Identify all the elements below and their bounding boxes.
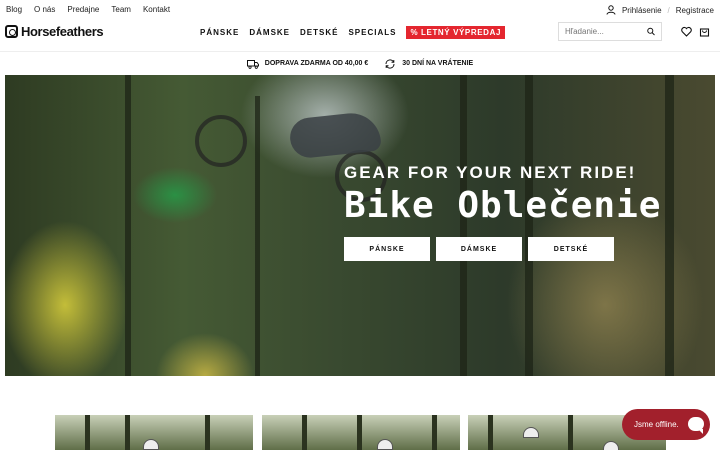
team-link[interactable]: Team: [111, 5, 131, 14]
top-links: Blog O nás Predajne Team Kontakt: [6, 5, 170, 14]
hero-men-button[interactable]: PÁNSKE: [344, 237, 430, 261]
search-input[interactable]: [565, 27, 647, 36]
nav-summer-sale[interactable]: % LETNÝ VÝPREDAJ: [406, 26, 505, 39]
hero-photo-tree: [665, 75, 674, 376]
chat-widget[interactable]: Jsme offline.: [622, 409, 710, 440]
contact-link[interactable]: Kontakt: [143, 5, 170, 14]
nav-kids[interactable]: DETSKÉ: [300, 28, 338, 37]
returns-text: 30 DNÍ NA VRÁTENIE: [402, 60, 474, 67]
divider: /: [667, 5, 670, 15]
main-nav: PÁNSKE DÁMSKE DETSKÉ SPECIALS % LETNÝ VÝ…: [200, 26, 505, 39]
tile-photo-tree: [432, 415, 437, 450]
bike-wheel: [195, 115, 247, 167]
category-tile[interactable]: [262, 415, 460, 450]
tile-photo-helmet: [603, 441, 619, 450]
tile-photo-tree: [125, 415, 130, 450]
tile-photo-tree: [357, 415, 362, 450]
chat-bubble-icon: [688, 417, 704, 434]
tile-photo-tree: [302, 415, 307, 450]
user-icon[interactable]: [606, 5, 616, 15]
refresh-icon: [385, 58, 395, 69]
hero-buttons: PÁNSKE DÁMSKE DETSKÉ: [344, 237, 614, 261]
hero-photo-tree: [255, 96, 260, 376]
stores-link[interactable]: Predajne: [67, 5, 99, 14]
logo-mark-icon: [5, 25, 18, 38]
hero-photo-tree: [125, 75, 131, 376]
benefits-bar: DOPRAVA ZDARMA OD 40,00 € 30 DNÍ NA VRÁT…: [0, 53, 720, 74]
heart-icon[interactable]: [681, 26, 692, 37]
free-shipping-benefit: DOPRAVA ZDARMA OD 40,00 €: [246, 59, 369, 69]
tile-photo-helmet: [377, 439, 393, 450]
hero-subtitle: GEAR FOR YOUR NEXT RIDE!: [344, 163, 637, 182]
tile-photo-tree: [568, 415, 573, 450]
free-shipping-text: DOPRAVA ZDARMA OD 40,00 €: [264, 60, 369, 67]
about-link[interactable]: O nás: [34, 5, 55, 14]
main-header: Horsefeathers PÁNSKE DÁMSKE DETSKÉ SPECI…: [0, 20, 720, 52]
search-box: [558, 22, 662, 41]
returns-benefit: 30 DNÍ NA VRÁTENIE: [384, 58, 474, 69]
blog-link[interactable]: Blog: [6, 5, 22, 14]
nav-men[interactable]: PÁNSKE: [200, 28, 239, 37]
nav-women[interactable]: DÁMSKE: [249, 28, 290, 37]
truck-icon: [246, 59, 259, 69]
brand-logo[interactable]: Horsefeathers: [5, 24, 104, 39]
register-link[interactable]: Registrace: [676, 6, 714, 15]
nav-specials[interactable]: SPECIALS: [348, 28, 396, 37]
hero-kids-button[interactable]: DETSKÉ: [528, 237, 614, 261]
chat-status: Jsme offline.: [634, 420, 679, 429]
top-utility-bar: Blog O nás Predajne Team Kontakt Prihlás…: [0, 0, 720, 20]
brand-name: Horsefeathers: [21, 24, 104, 39]
cart-icon[interactable]: [699, 26, 710, 37]
tile-photo-tree: [205, 415, 210, 450]
login-link[interactable]: Prihlásenie: [622, 6, 662, 15]
tile-photo-tree: [488, 415, 493, 450]
hero-banner: GEAR FOR YOUR NEXT RIDE! Bike Oblečenie …: [5, 75, 715, 376]
search-icon[interactable]: [647, 26, 655, 37]
tile-photo-tree: [85, 415, 90, 450]
category-tile[interactable]: [55, 415, 253, 450]
hero-title: Bike Oblečenie: [344, 185, 662, 226]
tile-photo-helmet: [523, 427, 539, 438]
account-links: Prihlásenie / Registrace: [606, 5, 714, 15]
tile-photo-helmet: [143, 439, 159, 450]
hero-women-button[interactable]: DÁMSKE: [436, 237, 522, 261]
